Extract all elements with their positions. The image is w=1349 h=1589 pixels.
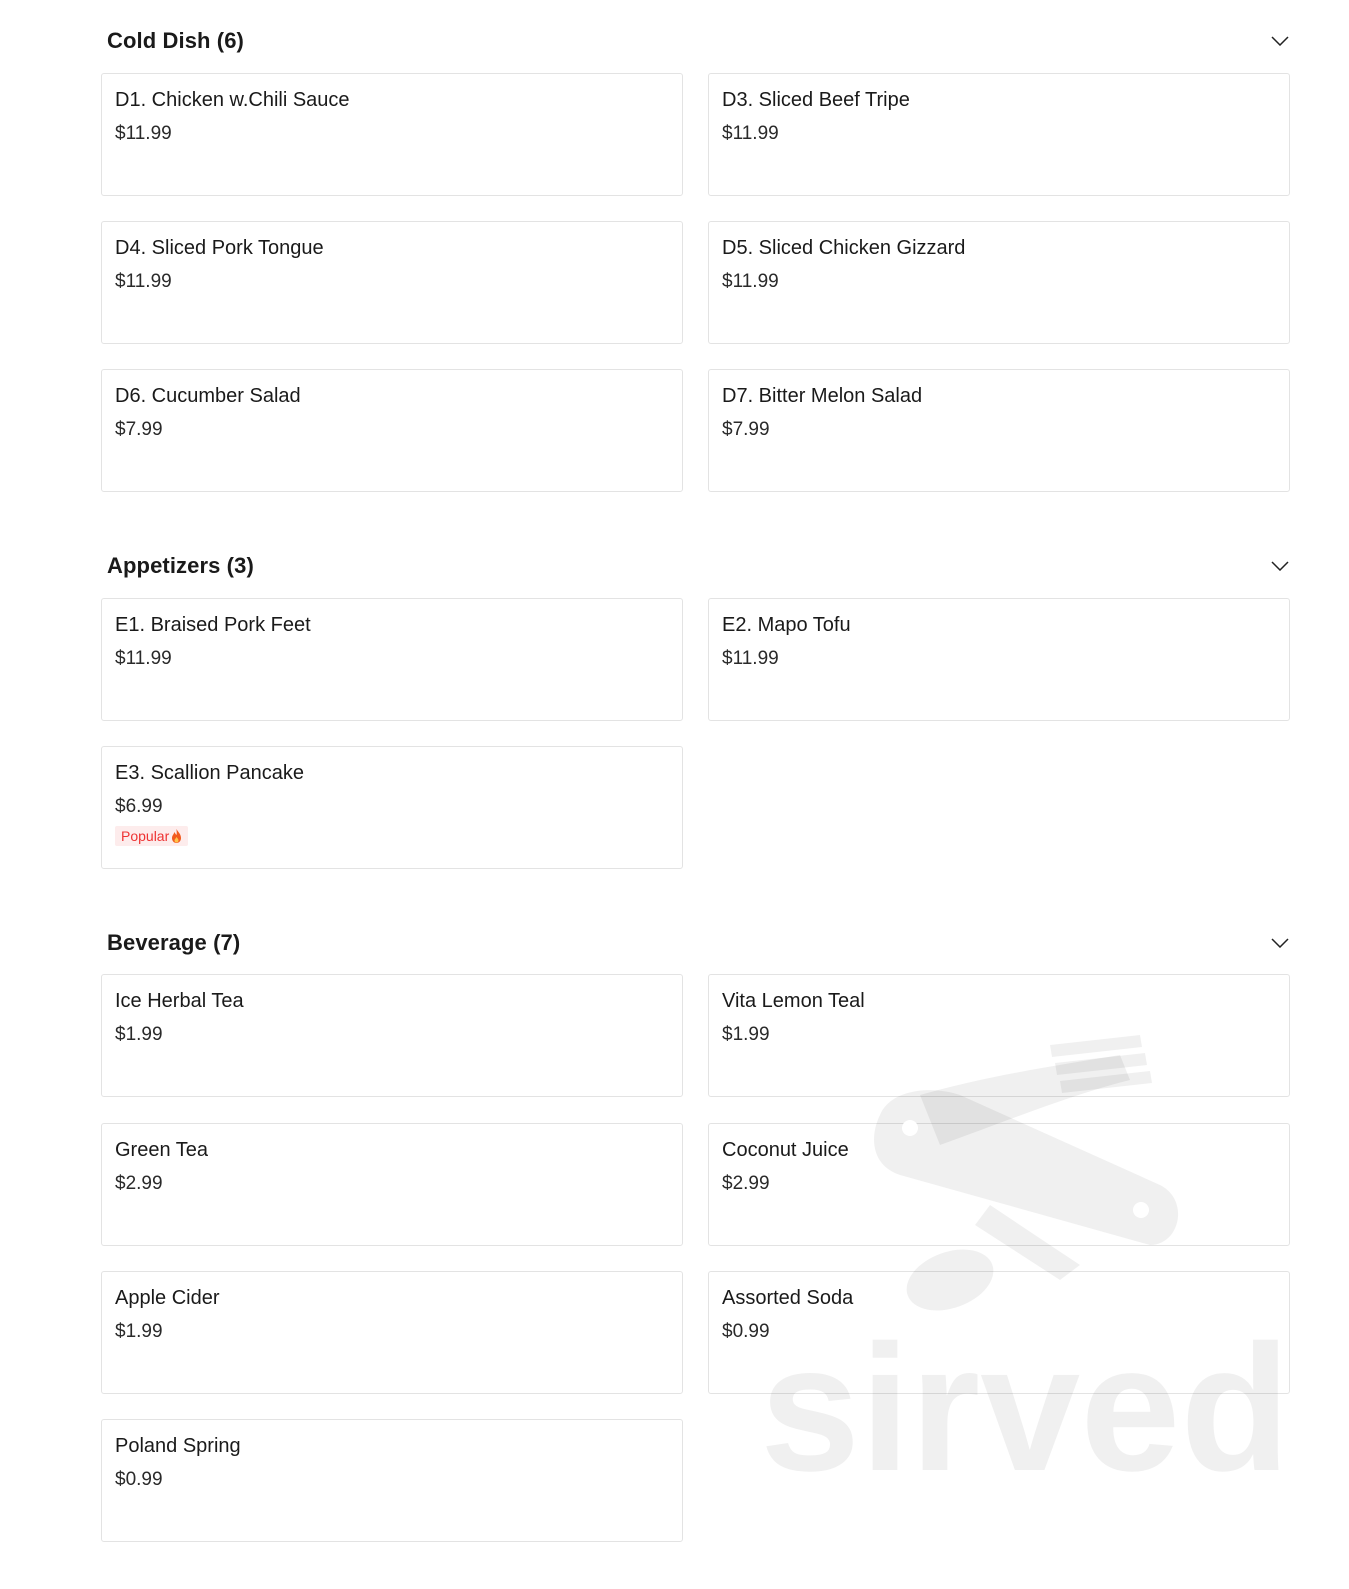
badge-label: Popular <box>121 828 170 844</box>
menu-item-card[interactable]: Assorted Soda $0.99 <box>708 1271 1290 1394</box>
menu-item-card[interactable]: D1. Chicken w.Chili Sauce $11.99 <box>101 73 683 196</box>
item-name: D3. Sliced Beef Tripe <box>722 89 910 111</box>
item-name: D7. Bitter Melon Salad <box>722 385 923 407</box>
item-name: Ice Herbal Tea <box>115 990 244 1012</box>
menu-item-card[interactable]: D5. Sliced Chicken Gizzard $11.99 <box>708 221 1290 344</box>
chevron-down-icon[interactable] <box>1269 555 1291 577</box>
item-price: $7.99 <box>722 419 770 440</box>
popular-badge: Popular <box>115 826 189 846</box>
menu-item-card[interactable]: E2. Mapo Tofu $11.99 <box>708 598 1290 721</box>
item-price: $7.99 <box>115 419 163 440</box>
item-name: Poland Spring <box>115 1435 241 1457</box>
menu-item-card[interactable]: E3. Scallion Pancake $6.99 Popular <box>101 746 683 869</box>
menu-item-card[interactable]: Ice Herbal Tea $1.99 <box>101 974 683 1097</box>
item-name: E1. Braised Pork Feet <box>115 614 311 636</box>
section-title: Appetizers (3) <box>107 553 254 578</box>
menu-item-card[interactable]: Coconut Juice $2.99 <box>708 1123 1290 1246</box>
menu-item-card[interactable]: D7. Bitter Melon Salad $7.99 <box>708 369 1290 492</box>
menu-item-card[interactable]: D6. Cucumber Salad $7.99 <box>101 369 683 492</box>
menu-item-card[interactable]: Poland Spring $0.99 <box>101 1419 683 1542</box>
section-header-cold-dish[interactable]: Cold Dish (6) <box>107 21 1297 61</box>
section-header-beverage[interactable]: Beverage (7) <box>107 923 1297 963</box>
item-name: E3. Scallion Pancake <box>115 762 305 784</box>
item-price: $2.99 <box>722 1173 770 1194</box>
section-title: Beverage (7) <box>107 930 241 955</box>
item-price: $2.99 <box>115 1173 163 1194</box>
item-name: Apple Cider <box>115 1287 220 1309</box>
item-price: $0.99 <box>115 1469 163 1490</box>
menu-item-card[interactable]: Apple Cider $1.99 <box>101 1271 683 1394</box>
sirved-watermark-logo: sirved <box>760 1035 1290 1495</box>
menu-item-card[interactable]: D3. Sliced Beef Tripe $11.99 <box>708 73 1290 196</box>
item-name: D6. Cucumber Salad <box>115 385 301 407</box>
item-name: E2. Mapo Tofu <box>722 614 851 636</box>
item-name: Coconut Juice <box>722 1139 849 1161</box>
item-price: $11.99 <box>115 123 172 144</box>
item-price: $6.99 <box>115 796 163 817</box>
section-header-appetizers[interactable]: Appetizers (3) <box>107 546 1297 586</box>
item-price: $11.99 <box>722 648 779 669</box>
menu-item-card[interactable]: Vita Lemon Teal $1.99 <box>708 974 1290 1097</box>
item-price: $11.99 <box>722 271 779 292</box>
item-name: Vita Lemon Teal <box>722 990 865 1012</box>
fire-icon <box>172 829 182 843</box>
item-name: Green Tea <box>115 1139 209 1161</box>
section-title: Cold Dish (6) <box>107 28 244 53</box>
item-price: $11.99 <box>722 123 779 144</box>
item-name: D5. Sliced Chicken Gizzard <box>722 237 966 259</box>
item-price: $1.99 <box>115 1024 163 1045</box>
menu-item-card[interactable]: D4. Sliced Pork Tongue $11.99 <box>101 221 683 344</box>
item-name: Assorted Soda <box>722 1287 854 1309</box>
item-name: D4. Sliced Pork Tongue <box>115 237 324 259</box>
item-name: D1. Chicken w.Chili Sauce <box>115 89 350 111</box>
chevron-down-icon[interactable] <box>1269 30 1291 52</box>
menu-item-card[interactable]: Green Tea $2.99 <box>101 1123 683 1246</box>
item-price: $1.99 <box>722 1024 770 1045</box>
item-price: $11.99 <box>115 648 172 669</box>
item-price: $11.99 <box>115 271 172 292</box>
item-price: $0.99 <box>722 1321 770 1342</box>
item-price: $1.99 <box>115 1321 163 1342</box>
chevron-down-icon[interactable] <box>1269 932 1291 954</box>
menu-item-card[interactable]: E1. Braised Pork Feet $11.99 <box>101 598 683 721</box>
